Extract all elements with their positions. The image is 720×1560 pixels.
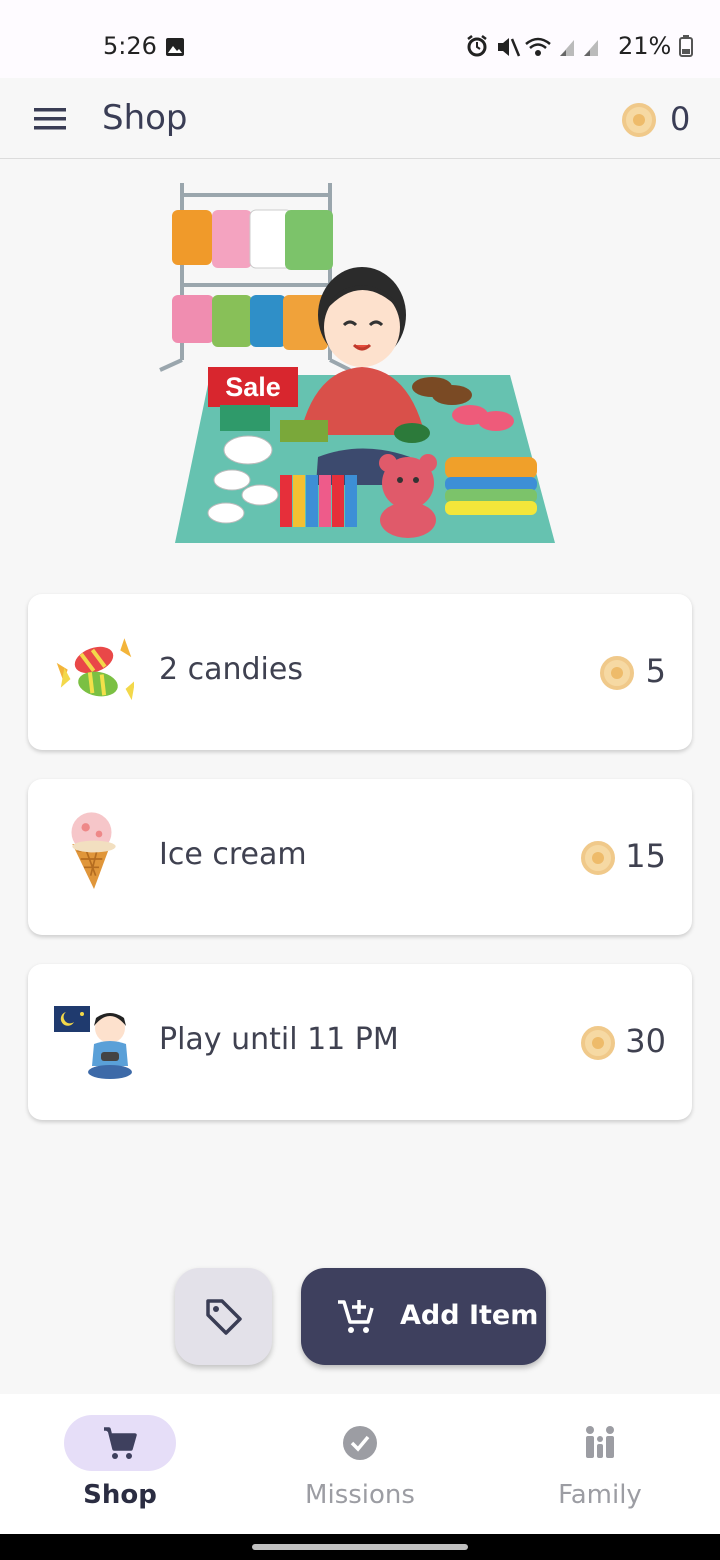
nav-item-shop[interactable]: Shop (0, 1394, 240, 1534)
shopping-cart-icon (104, 1427, 137, 1459)
alarm-icon (467, 35, 487, 57)
status-icons (466, 34, 611, 64)
ice-cream-icon (54, 812, 134, 897)
family-icon (586, 1426, 614, 1458)
shop-item-card[interactable]: 2 candies 5 (28, 594, 692, 750)
nav-label: Missions (305, 1480, 415, 1510)
nav-label: Shop (83, 1480, 157, 1510)
coin-balance-value: 0 (670, 100, 691, 138)
nav-item-family[interactable]: Family (480, 1394, 720, 1534)
status-time: 5:26 (103, 32, 157, 60)
signal-icon (584, 40, 598, 56)
shop-item-card[interactable]: Play until 11 PM 30 (28, 964, 692, 1120)
check-circle-icon (343, 1426, 377, 1460)
candies-icon (54, 632, 136, 712)
mute-icon (498, 38, 521, 57)
add-item-label: Add Item (400, 1300, 539, 1331)
item-price: 30 (625, 1022, 666, 1060)
nav-label: Family (558, 1480, 642, 1510)
gaming-icon (54, 1002, 134, 1082)
tag-icon (206, 1299, 242, 1335)
item-price: 5 (645, 652, 666, 690)
item-price: 15 (625, 837, 666, 875)
status-bar: 5:26 21% (0, 0, 720, 78)
gesture-handle[interactable] (252, 1544, 468, 1550)
app-bar: Shop 0 (0, 78, 720, 159)
coin-icon (581, 841, 615, 875)
item-name: 2 candies (159, 652, 303, 687)
menu-button[interactable] (30, 102, 72, 136)
battery-status: 21% (618, 32, 693, 60)
add-item-button[interactable]: Add Item (301, 1268, 546, 1365)
hamburger-menu-icon (34, 108, 66, 130)
coin-icon (581, 1026, 615, 1060)
item-name: Ice cream (159, 837, 307, 872)
add-to-cart-icon (336, 1296, 376, 1340)
bottom-navigation: Shop Missions Family (0, 1394, 720, 1534)
sale-sign-text: Sale (225, 372, 281, 402)
battery-percent: 21% (618, 32, 672, 60)
battery-icon (678, 35, 693, 57)
tag-button[interactable] (175, 1268, 272, 1365)
signal-icon (560, 40, 574, 56)
image-icon (165, 37, 185, 61)
coin-icon (600, 656, 634, 690)
nav-item-missions[interactable]: Missions (240, 1394, 480, 1534)
item-name: Play until 11 PM (159, 1022, 399, 1057)
shop-item-card[interactable]: Ice cream 15 (28, 779, 692, 935)
coin-icon (622, 103, 656, 137)
wifi-icon (525, 37, 551, 56)
shop-illustration: Sale (150, 175, 570, 555)
system-gesture-area (0, 1534, 720, 1560)
page-title: Shop (102, 98, 188, 138)
